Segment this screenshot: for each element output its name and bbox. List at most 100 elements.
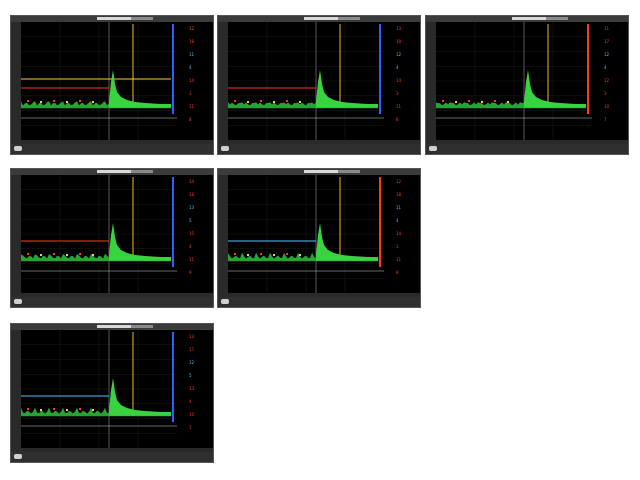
sidebar-value: 8 [189, 117, 192, 122]
right-scale-bar [172, 177, 174, 267]
panel-progress [512, 17, 568, 20]
monitor-panel-6: 13 17 12 5 13 4 10 7 [10, 323, 214, 463]
panel-bottom-bar [11, 144, 213, 154]
sidebar-value: 12 [189, 360, 195, 365]
waveform-svg [228, 22, 384, 140]
sidebar-value: 4 [396, 218, 399, 223]
measurement-sidebar: 14 18 13 5 15 4 11 9 [177, 175, 213, 293]
baseline-noise [21, 101, 109, 108]
monitor-panel-4: 14 18 13 5 15 4 11 9 [10, 168, 214, 308]
measurement-sidebar: 12 18 11 4 14 3 11 8 [384, 175, 420, 293]
baseline-noise [21, 253, 109, 261]
sidebar-value: 19 [396, 39, 402, 44]
panel-bottom-bar [426, 144, 628, 154]
logo-icon [14, 299, 22, 304]
signal-spike [109, 70, 171, 108]
sidebar-value: 17 [604, 39, 610, 44]
panel-progress [97, 170, 153, 173]
sidebar-value: 18 [189, 39, 195, 44]
sidebar-value: 13 [396, 26, 402, 31]
left-axis [218, 175, 228, 297]
logo-icon [14, 146, 22, 151]
panel-progress [304, 17, 360, 20]
sidebar-value: 12 [189, 26, 195, 31]
waveform-svg [21, 175, 177, 293]
panel-progress [97, 325, 153, 328]
panel-bottom-bar [11, 452, 213, 462]
sidebar-value: 13 [189, 386, 195, 391]
sidebar-value: 11 [396, 257, 402, 262]
sidebar-value: 4 [604, 65, 607, 70]
panel-bottom-bar [218, 144, 420, 154]
signal-spike [316, 223, 378, 261]
left-axis [11, 175, 21, 297]
waveform-plot [21, 175, 177, 293]
sidebar-value: 11 [604, 26, 610, 31]
measurement-sidebar: 12 18 11 4 14 3 11 8 [177, 22, 213, 140]
monitor-panel-1: 12 18 11 4 14 3 11 8 [10, 15, 214, 155]
signal-spike [109, 378, 171, 416]
sidebar-value: 11 [189, 104, 195, 109]
sidebar-value: 11 [189, 52, 195, 57]
sidebar-value: 8 [396, 270, 399, 275]
sidebar-value: 3 [396, 91, 399, 96]
logo-icon [14, 454, 22, 459]
right-scale-bar [172, 332, 174, 422]
left-axis [218, 22, 228, 144]
sidebar-value: 18 [396, 192, 402, 197]
sidebar-value: 14 [396, 231, 402, 236]
sidebar-value: 14 [396, 78, 402, 83]
panel-progress [304, 170, 360, 173]
waveform-plot [21, 22, 177, 140]
panel-bottom-bar [218, 297, 420, 307]
sidebar-value: 11 [189, 257, 195, 262]
waveform-svg [436, 22, 592, 140]
sidebar-value: 3 [189, 91, 192, 96]
sidebar-value: 4 [189, 65, 192, 70]
baseline-noise [228, 102, 316, 108]
right-scale-bar [379, 24, 381, 114]
baseline-noise [228, 252, 316, 261]
monitor-panel-5: 12 18 11 4 14 3 11 8 [217, 168, 421, 308]
sidebar-value: 12 [604, 78, 610, 83]
right-scale-bar [172, 24, 174, 114]
panel-bottom-bar [11, 297, 213, 307]
baseline-noise [436, 102, 524, 108]
monitor-panel-3: 11 17 12 4 12 3 10 7 [425, 15, 629, 155]
waveform-plot [228, 175, 384, 293]
sidebar-value: 8 [396, 117, 399, 122]
waveform-svg [228, 175, 384, 293]
sidebar-value: 12 [396, 179, 402, 184]
sidebar-value: 10 [189, 412, 195, 417]
waveform-plot [436, 22, 592, 140]
logo-icon [429, 146, 437, 151]
waveform-svg [21, 22, 177, 140]
sidebar-value: 9 [189, 270, 192, 275]
measurement-sidebar: 11 17 12 4 12 3 10 7 [592, 22, 628, 140]
signal-spike [316, 70, 378, 108]
panel-progress [97, 17, 153, 20]
waveform-plot [228, 22, 384, 140]
waveform-svg [21, 330, 177, 448]
baseline-noise [21, 407, 109, 416]
sidebar-value: 7 [189, 425, 192, 430]
sidebar-value: 18 [189, 192, 195, 197]
monitor-panel-2: 13 19 12 4 14 3 11 8 [217, 15, 421, 155]
logo-icon [221, 146, 229, 151]
sidebar-value: 5 [189, 218, 192, 223]
screenshot-grid: 4:103:5 1218114143118 4:103:3 1319124143… [0, 0, 640, 480]
sidebar-value: 15 [189, 231, 195, 236]
left-axis [11, 22, 21, 144]
sidebar-value: 14 [189, 78, 195, 83]
sidebar-value: 3 [396, 244, 399, 249]
sidebar-value: 10 [604, 104, 610, 109]
sidebar-value: 4 [396, 65, 399, 70]
right-scale-bar [379, 177, 381, 267]
sidebar-value: 3 [604, 91, 607, 96]
sidebar-value: 12 [604, 52, 610, 57]
sidebar-value: 14 [189, 179, 195, 184]
signal-spike [524, 70, 586, 108]
right-scale-bar [587, 24, 589, 114]
logo-icon [221, 299, 229, 304]
sidebar-value: 13 [189, 205, 195, 210]
